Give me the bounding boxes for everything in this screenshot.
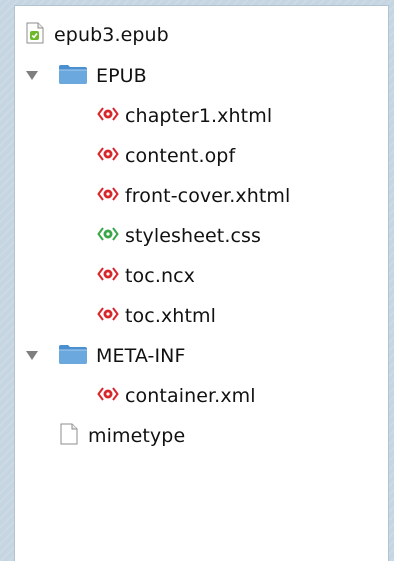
disclosure-triangle-expanded-icon[interactable]	[25, 349, 39, 363]
folder-icon	[58, 63, 88, 89]
epub-file-icon	[26, 22, 44, 48]
blank-file-icon	[60, 423, 78, 449]
xml-tag-icon	[97, 264, 119, 288]
tree-item-label: content.opf	[125, 145, 236, 167]
xml-tag-icon	[97, 304, 119, 328]
tree-item-label: mimetype	[88, 425, 186, 447]
file-tree-panel: epub3.epub EPUB chapter1.xhtml content.o…	[14, 5, 389, 561]
xml-tag-icon	[97, 104, 119, 128]
tree-item-label: toc.xhtml	[125, 305, 216, 327]
tree-item-stylesheet-css[interactable]: stylesheet.css	[15, 216, 388, 256]
tree-item-epub3-epub[interactable]: epub3.epub	[15, 14, 388, 56]
tree-folder-epub[interactable]: EPUB	[15, 56, 388, 96]
tree-item-label: container.xml	[125, 385, 256, 407]
tree-item-label: stylesheet.css	[125, 225, 262, 247]
tree-item-chapter1-xhtml[interactable]: chapter1.xhtml	[15, 96, 388, 136]
tree-item-label: META-INF	[96, 345, 186, 367]
xml-tag-icon	[97, 144, 119, 168]
disclosure-triangle-expanded-icon[interactable]	[25, 69, 39, 83]
tree-item-container-xml[interactable]: container.xml	[15, 376, 388, 416]
tree-item-mimetype[interactable]: mimetype	[15, 416, 388, 456]
xml-tag-icon	[97, 184, 119, 208]
css-tag-icon	[97, 224, 119, 248]
xml-tag-icon	[97, 384, 119, 408]
folder-icon	[58, 343, 88, 369]
file-tree: epub3.epub EPUB chapter1.xhtml content.o…	[15, 14, 388, 456]
tree-item-front-cover-xhtml[interactable]: front-cover.xhtml	[15, 176, 388, 216]
tree-item-label: EPUB	[96, 65, 147, 87]
tree-item-label: epub3.epub	[54, 24, 169, 46]
tree-item-toc-ncx[interactable]: toc.ncx	[15, 256, 388, 296]
tree-item-toc-xhtml[interactable]: toc.xhtml	[15, 296, 388, 336]
tree-folder-meta-inf[interactable]: META-INF	[15, 336, 388, 376]
tree-item-label: toc.ncx	[125, 265, 195, 287]
tree-item-label: front-cover.xhtml	[125, 185, 291, 207]
tree-item-label: chapter1.xhtml	[125, 105, 273, 127]
tree-item-content-opf[interactable]: content.opf	[15, 136, 388, 176]
